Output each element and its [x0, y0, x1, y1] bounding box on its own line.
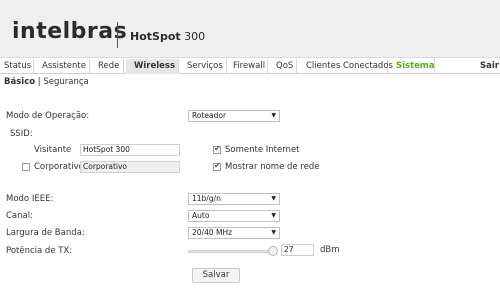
- app-header: intelbras HotSpot 300: [0, 0, 500, 58]
- tx-power-slider-track[interactable]: [188, 250, 276, 253]
- tab-wireless[interactable]: Wireless: [126, 59, 179, 74]
- sub-tabs: Básico | Segurança: [4, 77, 89, 88]
- subtab-basico[interactable]: Básico: [4, 77, 35, 87]
- intelbras-logo: intelbras: [12, 19, 128, 44]
- tx-power-input[interactable]: 27: [281, 244, 314, 256]
- tab-servicos[interactable]: Serviços: [183, 59, 227, 74]
- internet-only-checkbox[interactable]: [213, 144, 221, 154]
- bandwidth-label: Largura de Banda:: [6, 228, 85, 238]
- product-name-bold: HotSpot: [130, 30, 181, 43]
- mode-select[interactable]: Roteador ▼: [188, 110, 280, 122]
- save-button[interactable]: Salvar: [192, 268, 240, 283]
- ieee-label: Modo IEEE:: [6, 194, 54, 204]
- tx-power-slider-handle[interactable]: [268, 246, 278, 256]
- logout-link[interactable]: Sair: [476, 59, 500, 74]
- channel-select-value: Auto: [192, 211, 210, 220]
- chevron-down-icon: ▼: [271, 212, 276, 219]
- bandwidth-select-value: 20/40 MHz: [192, 228, 233, 237]
- tx-power-unit: dBm: [320, 245, 340, 255]
- corporate-label: Corporativo: [34, 162, 84, 172]
- corporate-checkbox[interactable]: [22, 163, 30, 171]
- tab-clientes-conectados[interactable]: Clientes Conectados: [302, 59, 393, 74]
- tab-qos[interactable]: QoS: [272, 59, 297, 74]
- visitor-label: Visitante: [34, 145, 72, 155]
- show-network-label: Mostrar nome de rede: [225, 162, 320, 172]
- mode-label: Modo de Operação:: [6, 111, 90, 121]
- main-tabs: Status Assistente Rede Wireless Serviços…: [0, 59, 500, 74]
- chevron-down-icon: ▼: [271, 112, 276, 119]
- header-divider: [117, 22, 118, 48]
- chevron-down-icon: ▼: [271, 229, 276, 236]
- ieee-select-value: 11b/g/n: [192, 194, 221, 203]
- internet-only-label: Somente Internet: [225, 145, 300, 155]
- chevron-down-icon: ▼: [271, 195, 276, 202]
- tab-assistente[interactable]: Assistente: [38, 59, 90, 74]
- tab-status[interactable]: Status: [0, 59, 34, 74]
- ssid-label: SSID:: [10, 129, 33, 139]
- visitor-ssid-input[interactable]: HotSpot 300: [80, 144, 180, 156]
- subtab-seguranca[interactable]: Segurança: [43, 77, 88, 87]
- tab-sistema[interactable]: Sistema: [392, 59, 435, 74]
- corporate-ssid-input[interactable]: Corporativo: [80, 161, 180, 173]
- product-name-rest: 300: [180, 30, 206, 43]
- tab-rede[interactable]: Rede: [94, 59, 124, 74]
- channel-select[interactable]: Auto ▼: [188, 210, 280, 222]
- ieee-select[interactable]: 11b/g/n ▼: [188, 193, 280, 205]
- tx-power-label: Potência de TX:: [6, 246, 73, 256]
- tab-firewall[interactable]: Firewall: [229, 59, 268, 74]
- show-network-checkbox[interactable]: [213, 161, 221, 171]
- mode-select-value: Roteador: [192, 111, 227, 120]
- bandwidth-select[interactable]: 20/40 MHz ▼: [188, 227, 280, 239]
- channel-label: Canal:: [6, 211, 33, 221]
- product-title: HotSpot 300: [130, 30, 205, 44]
